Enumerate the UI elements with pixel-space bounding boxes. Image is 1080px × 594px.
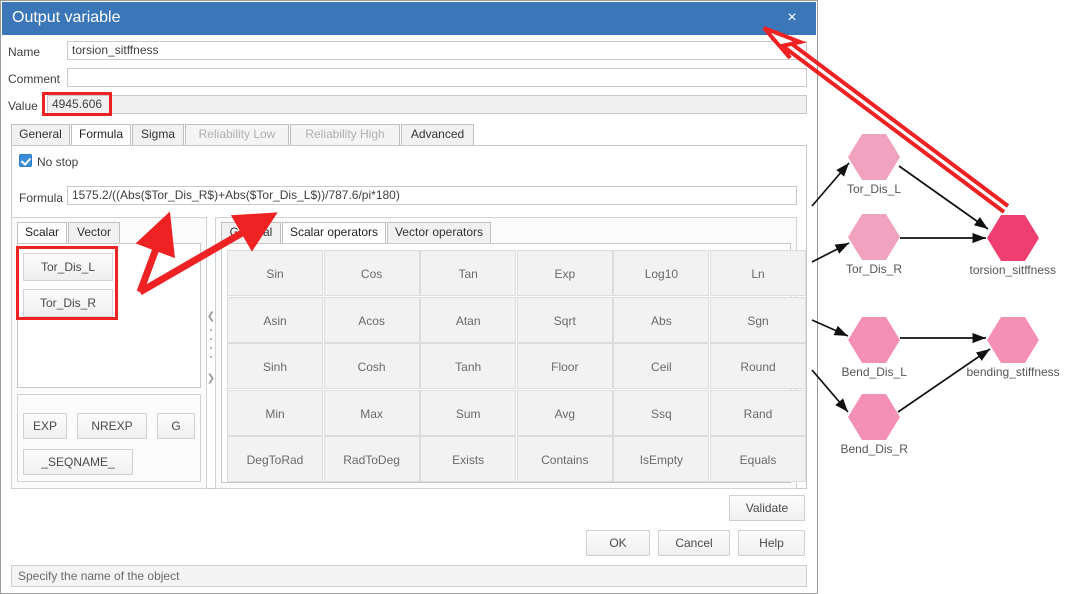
operator-avg[interactable]: Avg xyxy=(516,389,613,436)
operator-sgn[interactable]: Sgn xyxy=(710,296,806,343)
name-input[interactable]: torsion_sitffness xyxy=(67,41,807,60)
operator-exists[interactable]: Exists xyxy=(420,436,517,483)
tab-reliability-high: Reliability High xyxy=(290,124,400,145)
value-highlight-box xyxy=(42,92,112,116)
operator-sum[interactable]: Sum xyxy=(420,389,517,436)
no-stop-checkbox[interactable] xyxy=(19,154,32,167)
dialog-titlebar: Output variable × xyxy=(2,2,816,35)
seqname-button[interactable]: _SEQNAME_ xyxy=(23,449,133,475)
operator-round[interactable]: Round xyxy=(710,343,806,390)
operator-isempty[interactable]: IsEmpty xyxy=(613,436,710,483)
operator-ceil[interactable]: Ceil xyxy=(613,343,710,390)
operator-asin[interactable]: Asin xyxy=(227,296,323,343)
comment-input[interactable] xyxy=(67,68,807,87)
operator-rand[interactable]: Rand xyxy=(710,389,806,436)
g-button[interactable]: G xyxy=(157,413,195,439)
node-tor_dis_r[interactable] xyxy=(848,214,900,260)
node-tor_dis_l[interactable] xyxy=(848,134,900,180)
node-label-bend_dis_l: Bend_Dis_L xyxy=(841,365,907,379)
value-field: 4945.606 xyxy=(47,95,807,114)
tab-general[interactable]: General xyxy=(11,124,70,145)
node-bend_dis_r[interactable] xyxy=(848,394,900,440)
tab-advanced[interactable]: Advanced xyxy=(401,124,474,145)
operator-tanh[interactable]: Tanh xyxy=(420,343,517,390)
tab-op-general[interactable]: General xyxy=(221,222,281,243)
ok-button[interactable]: OK xyxy=(586,530,650,556)
cancel-button[interactable]: Cancel xyxy=(658,530,730,556)
operator-floor[interactable]: Floor xyxy=(516,343,613,390)
tab-op-scalar[interactable]: Scalar operators xyxy=(282,222,386,244)
dialog-title: Output variable xyxy=(12,9,121,26)
operator-sqrt[interactable]: Sqrt xyxy=(516,296,613,343)
operator-abs[interactable]: Abs xyxy=(613,296,710,343)
operator-sinh[interactable]: Sinh xyxy=(227,343,323,390)
operator-cos[interactable]: Cos xyxy=(323,250,420,296)
operator-exp[interactable]: Exp xyxy=(516,250,613,296)
node-bend_dis_l[interactable] xyxy=(848,317,900,363)
help-button[interactable]: Help xyxy=(738,530,805,556)
node-torsion_sitffness[interactable] xyxy=(987,215,1039,261)
node-bending_stiffness[interactable] xyxy=(987,317,1039,363)
tab-sigma[interactable]: Sigma xyxy=(132,124,184,145)
operator-acos[interactable]: Acos xyxy=(323,296,420,343)
tab-vector[interactable]: Vector xyxy=(68,222,120,243)
operator-atan[interactable]: Atan xyxy=(420,296,517,343)
comment-label: Comment xyxy=(8,72,61,86)
tab-reliability-low: Reliability Low xyxy=(185,124,289,145)
exp-button[interactable]: EXP xyxy=(23,413,67,439)
splitter-grip-icon xyxy=(210,329,212,365)
screen: Output variable × Name torsion_sitffness… xyxy=(0,0,1080,594)
tab-scalar[interactable]: Scalar xyxy=(17,222,67,244)
tab-op-vector[interactable]: Vector operators xyxy=(387,222,491,243)
node-label-bend_dis_r: Bend_Dis_R xyxy=(840,442,908,456)
operator-contains[interactable]: Contains xyxy=(516,436,613,483)
operator-max[interactable]: Max xyxy=(323,389,420,436)
operator-cosh[interactable]: Cosh xyxy=(323,343,420,390)
formula-input[interactable]: 1575.2/((Abs($Tor_Dis_R$)+Abs($Tor_Dis_L… xyxy=(67,186,797,205)
main-tabs: General Formula Sigma Reliability Low Re… xyxy=(11,124,807,146)
node-label-tor_dis_r: Tor_Dis_R xyxy=(846,262,903,276)
variables-highlight-box xyxy=(16,246,118,320)
operator-degtorad[interactable]: DegToRad xyxy=(227,436,323,483)
operator-min[interactable]: Min xyxy=(227,389,323,436)
value-label: Value xyxy=(8,99,38,113)
operator-tan[interactable]: Tan xyxy=(420,250,517,296)
operator-equals[interactable]: Equals xyxy=(710,436,806,483)
operator-ln[interactable]: Ln xyxy=(710,250,806,296)
validate-button[interactable]: Validate xyxy=(729,495,805,521)
operator-log10[interactable]: Log10 xyxy=(613,250,710,296)
node-label-bending_stiffness: bending_stiffness xyxy=(966,365,1060,379)
node-label-torsion_sitffness: torsion_sitffness xyxy=(969,263,1057,277)
tab-formula[interactable]: Formula xyxy=(71,124,131,146)
operator-radtodeg[interactable]: RadToDeg xyxy=(323,436,420,483)
node-label-tor_dis_l: Tor_Dis_L xyxy=(847,182,902,196)
status-bar: Specify the name of the object xyxy=(11,565,807,587)
operator-ssq[interactable]: Ssq xyxy=(613,389,710,436)
formula-label: Formula xyxy=(19,191,64,205)
no-stop-label: No stop xyxy=(37,155,79,169)
close-icon[interactable]: × xyxy=(780,7,804,29)
output-variable-dialog: Output variable × Name torsion_sitffness… xyxy=(0,0,818,594)
nrexp-button[interactable]: NREXP xyxy=(77,413,147,439)
name-label: Name xyxy=(8,45,41,59)
operator-sin[interactable]: Sin xyxy=(227,250,323,296)
dependency-diagram: Tor_Dis_L Tor_Dis_R torsion_sitffness Bend_… xyxy=(811,0,1080,594)
